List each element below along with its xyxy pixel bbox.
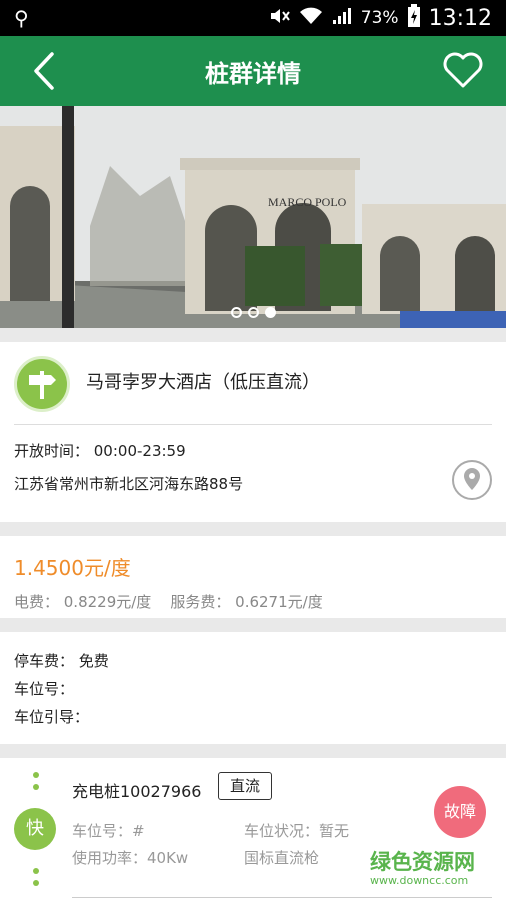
location-pin-icon[interactable] [452, 460, 492, 500]
charger-type-tag: 直流 [218, 772, 272, 800]
timeline-dot [33, 880, 39, 886]
price-breakdown: 电费： 0.8229元/度 服务费： 0.6271元/度 [14, 593, 323, 611]
parking-card: 停车费： 免费 车位号： 车位引导： [0, 632, 506, 744]
charger-gun-type: 国标直流枪 [244, 849, 320, 867]
carousel-dot-active[interactable] [264, 307, 276, 318]
opening-hours: 开放时间： 00:00-23:59 [14, 442, 186, 460]
charger-power: 使用功率：40Kw [72, 849, 189, 867]
photo-banner[interactable]: MARCO POLO [0, 106, 506, 328]
timeline-dot [33, 868, 39, 874]
price-card: 1.4500元/度 电费： 0.8229元/度 服务费： 0.6271元/度 [0, 536, 506, 618]
mute-icon [269, 6, 291, 31]
battery-percent: 73% [360, 8, 399, 28]
banner-photo: MARCO POLO [0, 106, 506, 328]
charger-space-number: 车位号：# [72, 822, 145, 840]
divider [72, 897, 492, 898]
banner-sign-text: MARCO POLO [268, 195, 347, 209]
carousel-dot[interactable] [247, 307, 259, 318]
carousel-dots [0, 307, 506, 318]
charger-space-status: 车位状况：暂无 [244, 822, 350, 840]
fast-charge-badge: 快 [14, 808, 56, 850]
clock: 13:12 [428, 5, 492, 31]
report-fault-button[interactable]: 故障 [434, 786, 486, 838]
divider [14, 424, 492, 425]
battery-icon [407, 3, 421, 33]
total-price: 1.4500元/度 [14, 556, 131, 580]
watermark-title: 绿色资源网 [370, 850, 475, 874]
favorite-heart-icon[interactable] [442, 52, 484, 90]
parking-space-number: 车位号： [14, 680, 75, 698]
page-title: 桩群详情 [205, 60, 301, 88]
station-address: 江苏省常州市新北区河海东路88号 [14, 475, 244, 493]
charger-name: 充电桩10027966 [72, 782, 202, 801]
watermark: 绿色资源网 www.downcc.com [370, 846, 500, 887]
status-right: 73% 13:12 [269, 3, 492, 33]
usb-icon: ⚲ [14, 6, 29, 30]
app-bar: 桩群详情 [0, 36, 506, 106]
station-name: 马哥孛罗大酒店（低压直流） [86, 372, 320, 393]
timeline-dot [33, 772, 39, 778]
wifi-icon [299, 6, 323, 31]
signal-icon [331, 6, 353, 31]
carousel-dot[interactable] [230, 307, 242, 318]
station-card: 马哥孛罗大酒店（低压直流） 开放时间： 00:00-23:59 江苏省常州市新北… [0, 342, 506, 522]
timeline-dot [33, 784, 39, 790]
parking-fee: 停车费： 免费 [14, 652, 109, 670]
signpost-icon [14, 356, 70, 412]
parking-guide: 车位引导： [14, 708, 90, 726]
watermark-url: www.downcc.com [370, 874, 469, 887]
status-bar: ⚲ 73% 13:12 [0, 0, 506, 36]
